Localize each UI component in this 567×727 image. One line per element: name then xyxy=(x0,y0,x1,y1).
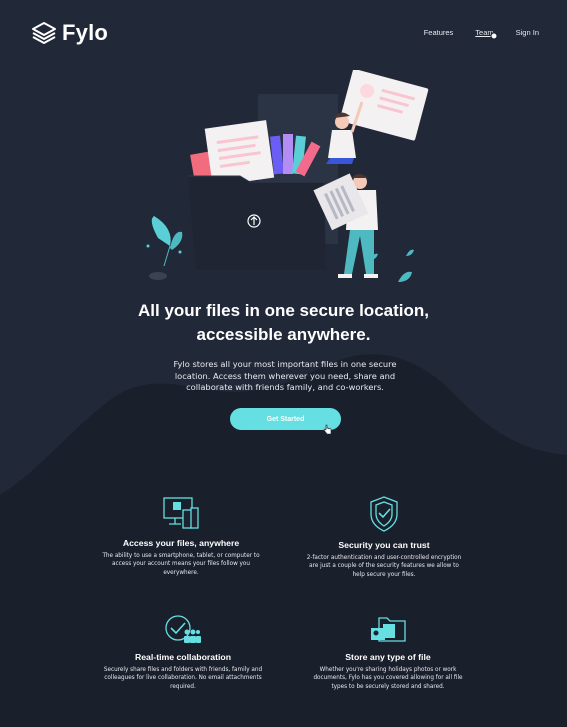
landing-page: Fylo Features Team Sign In All your file… xyxy=(0,0,567,727)
feature-store: Store any type of file Whether you're sh… xyxy=(308,614,468,691)
collaboration-icon xyxy=(165,615,201,643)
main-nav: Features Team Sign In xyxy=(402,28,539,37)
hand-cursor-icon xyxy=(490,32,498,40)
feature-text: Whether you're sharing holidays photos o… xyxy=(313,667,463,690)
folder-icon xyxy=(371,617,406,642)
feature-text: The ability to use a smartphone, tablet,… xyxy=(102,553,260,576)
shield-icon xyxy=(370,496,398,532)
hero-title-line-2: accessible anywhere. xyxy=(196,325,371,344)
feature-title: Access your files, anywhere xyxy=(122,538,240,548)
hero-description: Fylo stores all your most important file… xyxy=(173,359,397,392)
feature-text: 2-factor authentication and user-control… xyxy=(306,555,462,578)
stack-icon xyxy=(32,22,56,44)
hand-cursor-icon xyxy=(323,424,332,435)
hero-illustration xyxy=(146,70,429,282)
feature-collaboration: Real-time collaboration Securely share f… xyxy=(103,614,263,691)
hero-title-line-1: All your files in one secure location, xyxy=(138,301,429,320)
feature-text: Securely share files and folders with fr… xyxy=(103,667,263,690)
nav-sign-in[interactable]: Sign In xyxy=(516,28,539,37)
feature-security: Security you can trust 2-factor authenti… xyxy=(304,496,464,579)
nav-features[interactable]: Features xyxy=(424,28,454,37)
site-header: Fylo Features Team Sign In xyxy=(0,0,567,66)
feature-title: Real-time collaboration xyxy=(134,652,232,662)
hero-title: All your files in one secure location, a… xyxy=(0,299,567,347)
brand-name: Fylo xyxy=(62,20,109,45)
feature-title: Security you can trust xyxy=(338,540,430,550)
logo[interactable]: Fylo xyxy=(31,20,108,46)
feature-title: Store any type of file xyxy=(345,652,431,662)
devices-icon xyxy=(163,497,199,529)
feature-access: Access your files, anywhere The ability … xyxy=(101,496,261,577)
